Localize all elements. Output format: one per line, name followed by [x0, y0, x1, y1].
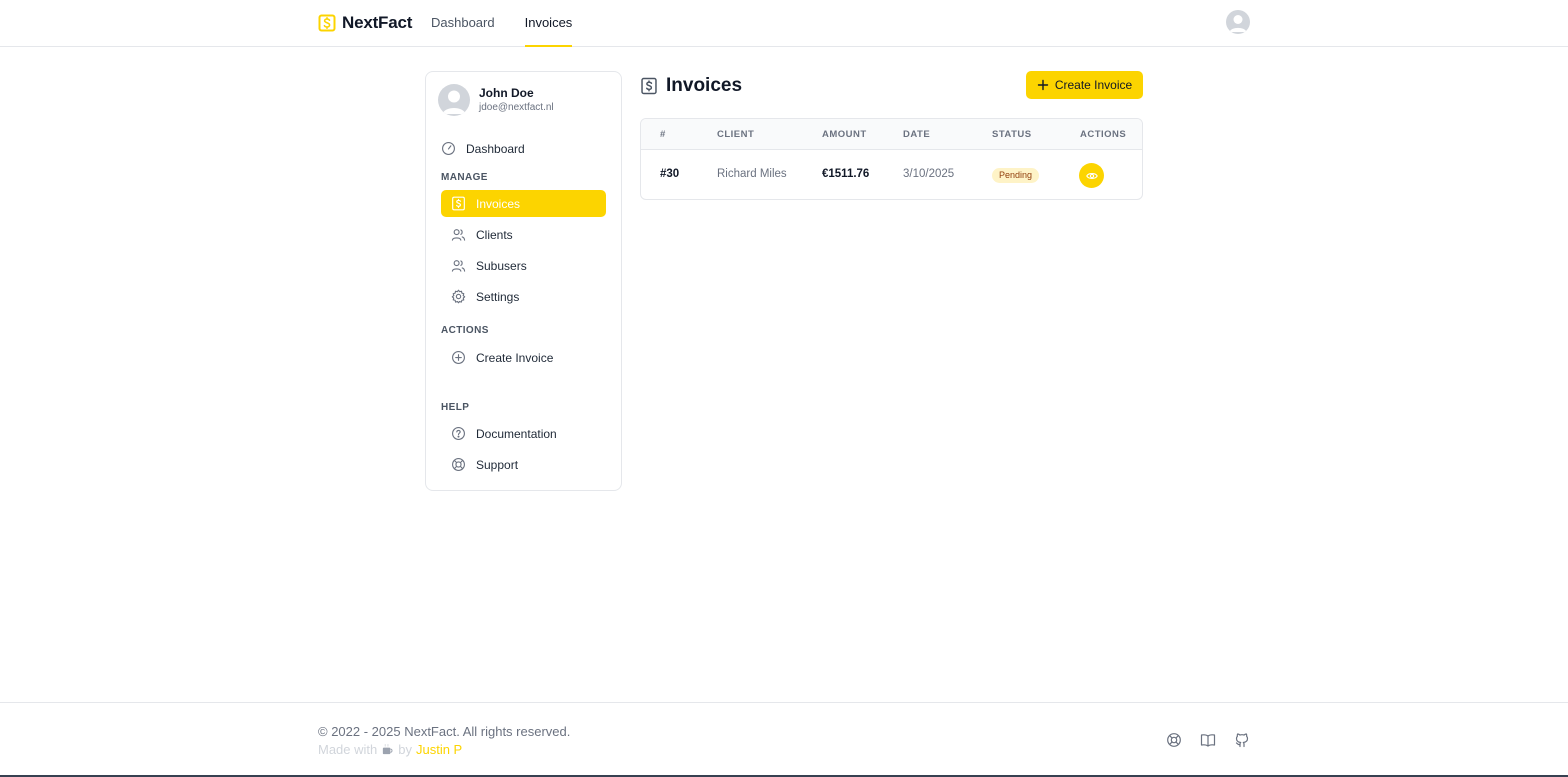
- section-label-help: HELP: [441, 402, 470, 413]
- by-label: by: [398, 742, 412, 757]
- sidebar-item-clients[interactable]: Clients: [441, 221, 606, 248]
- users-icon: [451, 229, 466, 241]
- brand-name: NextFact: [342, 13, 413, 32]
- plus-icon: [1037, 79, 1049, 91]
- user-avatar-icon: [1229, 15, 1247, 32]
- invoice-amount: €1511.76: [822, 168, 870, 180]
- profile-email: jdoe@nextfact.nl: [479, 102, 554, 113]
- view-invoice-button[interactable]: [1079, 163, 1104, 188]
- top-navbar: NextFact Dashboard Invoices: [0, 0, 1568, 47]
- sidebar-item-invoices[interactable]: Invoices: [441, 190, 606, 217]
- github-link[interactable]: [1234, 732, 1250, 748]
- nav-dashboard[interactable]: Dashboard: [431, 0, 495, 47]
- column-header-date: DATE: [903, 129, 931, 140]
- column-header-amount: AMOUNT: [822, 129, 867, 140]
- table-header: # CLIENT AMOUNT DATE STATUS ACTIONS: [641, 119, 1142, 150]
- made-with-text: Made with by Justin P: [318, 742, 462, 757]
- sidebar-item-label: Create Invoice: [476, 350, 554, 365]
- coffee-icon: [383, 743, 393, 755]
- sidebar-item-label: Invoices: [476, 196, 521, 211]
- sidebar-item-label: Support: [476, 457, 519, 472]
- brand[interactable]: NextFact: [318, 12, 412, 34]
- nav-invoices[interactable]: Invoices: [524, 0, 573, 47]
- gauge-icon: [442, 142, 455, 155]
- plus-circle-icon: [452, 351, 465, 364]
- section-label-actions: ACTIONS: [441, 325, 489, 336]
- avatar-icon: [442, 90, 466, 114]
- create-invoice-label: Create Invoice: [1054, 78, 1133, 92]
- section-label-manage: MANAGE: [441, 172, 488, 183]
- invoices-table: # CLIENT AMOUNT DATE STATUS ACTIONS #30 …: [640, 118, 1143, 200]
- profile-name: John Doe: [479, 86, 534, 100]
- footer: © 2022 - 2025 NextFact. All rights reser…: [0, 702, 1568, 775]
- sidebar-item-create-invoice[interactable]: Create Invoice: [441, 344, 606, 371]
- footer-icons: [1166, 732, 1250, 748]
- copyright-text: © 2022 - 2025 NextFact. All rights reser…: [318, 724, 571, 739]
- invoice-number: #30: [660, 168, 680, 180]
- sidebar-item-subusers[interactable]: Subusers: [441, 252, 606, 279]
- sidebar-item-label: Clients: [476, 227, 513, 242]
- invoice-date: 3/10/2025: [903, 168, 955, 180]
- book-open-icon: [1200, 734, 1216, 747]
- question-circle-icon: [452, 427, 465, 440]
- gear-icon: [451, 289, 466, 304]
- support-link[interactable]: [1166, 732, 1182, 748]
- sidebar-item-label: Documentation: [476, 426, 557, 441]
- eye-icon: [1085, 172, 1098, 179]
- top-nav: Dashboard Invoices: [431, 0, 602, 47]
- users-icon: [451, 260, 466, 272]
- user-avatar[interactable]: [1226, 10, 1250, 34]
- sidebar-item-support[interactable]: Support: [441, 451, 606, 478]
- create-invoice-button[interactable]: Create Invoice: [1026, 71, 1143, 99]
- status-badge: Pending: [992, 168, 1040, 183]
- author-link[interactable]: Justin P: [416, 742, 462, 757]
- avatar: [438, 84, 470, 116]
- sidebar-item-dashboard[interactable]: Dashboard: [441, 135, 606, 162]
- dollar-invoice-icon: [452, 196, 465, 211]
- sidebar-item-settings[interactable]: Settings: [441, 283, 606, 310]
- lifebuoy-icon: [1167, 733, 1181, 747]
- invoice-client: Richard Miles: [717, 168, 787, 180]
- sidebar-item-documentation[interactable]: Documentation: [441, 420, 606, 447]
- made-with-label: Made with: [318, 742, 378, 757]
- lifebuoy-icon: [452, 458, 465, 471]
- sidebar: John Doe jdoe@nextfact.nl Dashboard MANA…: [425, 71, 622, 491]
- github-icon: [1235, 733, 1249, 748]
- sidebar-item-label: Dashboard: [466, 141, 525, 156]
- dollar-logo-icon: [318, 14, 336, 32]
- table-row[interactable]: #30 Richard Miles €1511.76 3/10/2025 Pen…: [641, 150, 1142, 199]
- documentation-link[interactable]: [1200, 732, 1216, 748]
- page-header: Invoices: [640, 73, 742, 99]
- page-title: Invoices: [666, 75, 743, 96]
- dollar-invoice-icon: [641, 77, 657, 95]
- sidebar-item-label: Subusers: [476, 258, 527, 273]
- sidebar-item-label: Settings: [476, 289, 520, 304]
- column-header-status: STATUS: [992, 129, 1032, 140]
- column-header-number: #: [660, 129, 666, 140]
- profile-card: John Doe jdoe@nextfact.nl: [438, 84, 554, 116]
- column-header-client: CLIENT: [717, 129, 755, 140]
- column-header-actions: ACTIONS: [1080, 129, 1127, 140]
